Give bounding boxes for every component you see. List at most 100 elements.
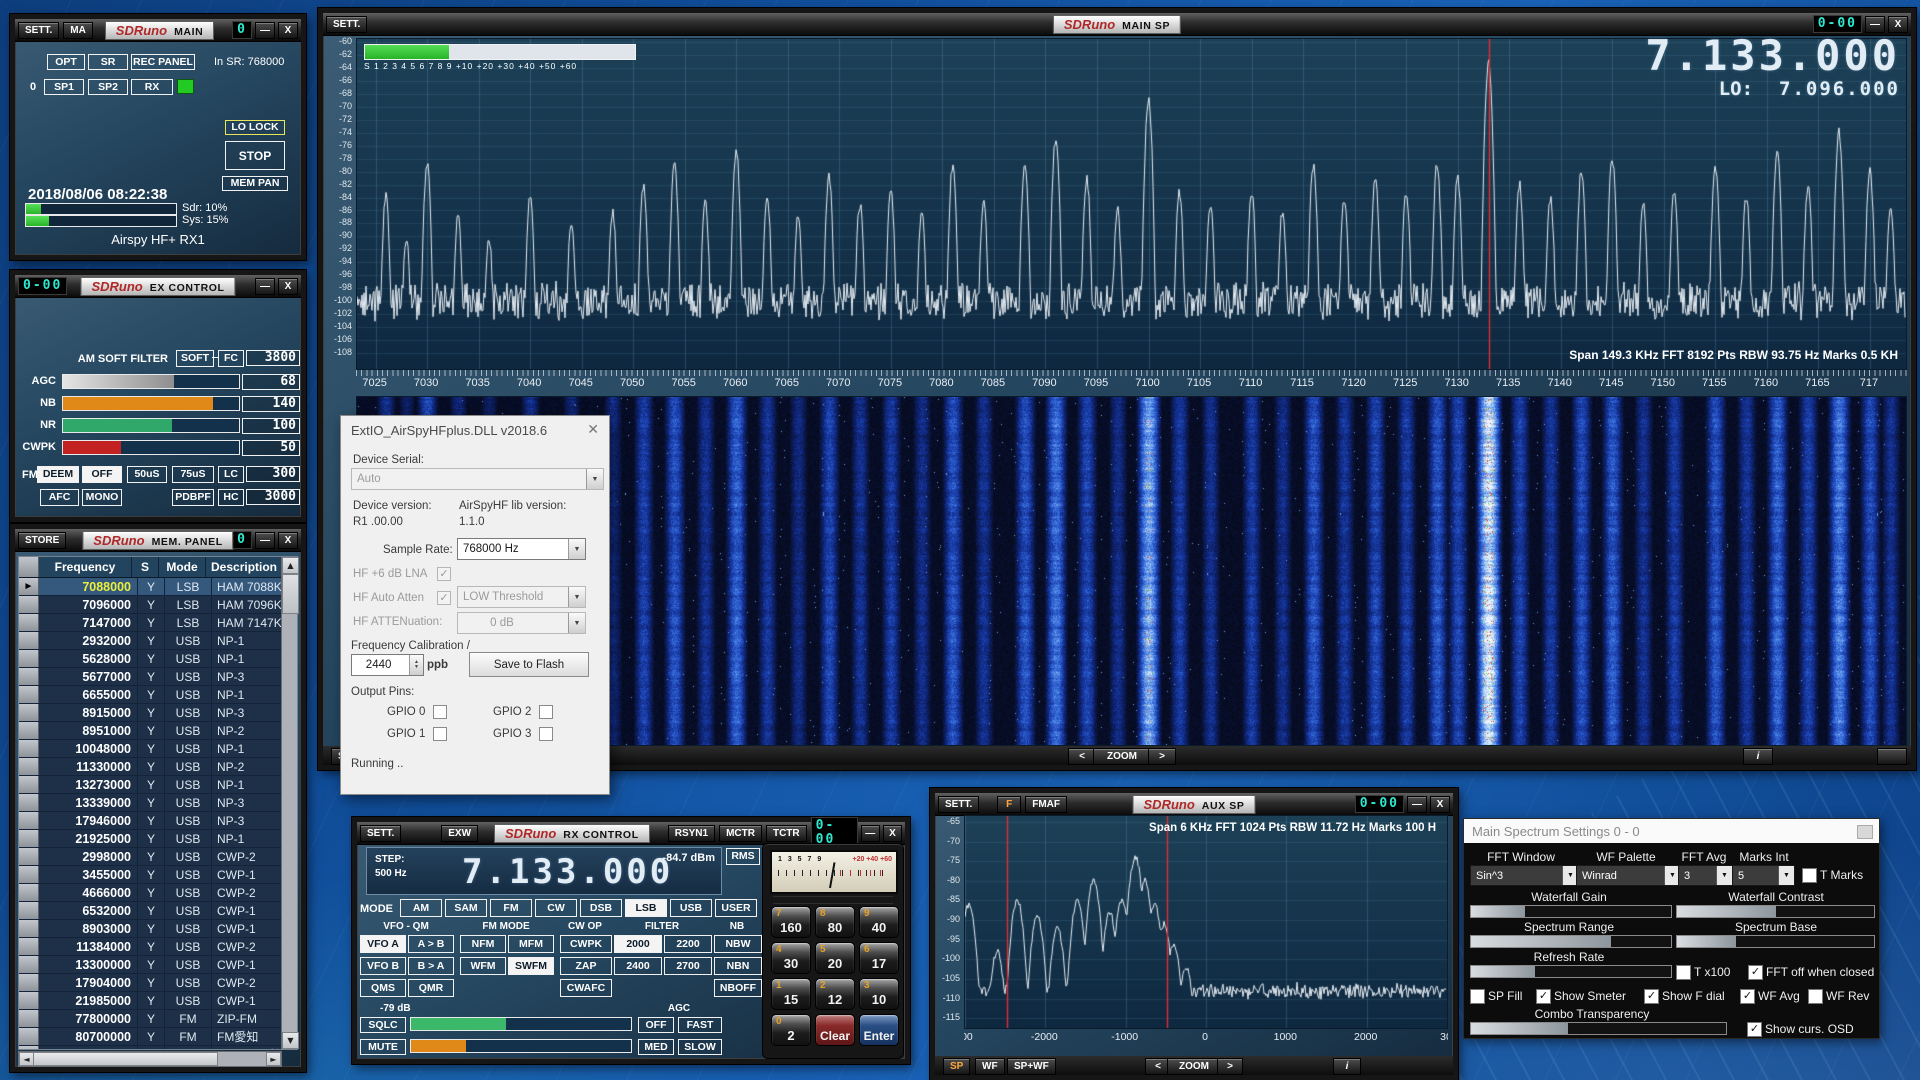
- ma-button[interactable]: MA: [63, 22, 93, 39]
- table-row[interactable]: 8951000YUSBNP-2: [19, 722, 282, 740]
- mfm-button[interactable]: MFM: [508, 935, 554, 953]
- agc-slow-button[interactable]: SLOW: [678, 1039, 722, 1055]
- key-17[interactable]: 617: [859, 942, 899, 974]
- table-row[interactable]: 6532000YUSBCWP-1: [19, 902, 282, 920]
- lo-lock-button[interactable]: LO LOCK: [225, 120, 285, 135]
- 75us-button[interactable]: 75uS: [172, 466, 214, 483]
- sp-fill-checkbox[interactable]: [1470, 989, 1485, 1004]
- key-enter[interactable]: Enter: [859, 1014, 899, 1046]
- horizontal-scrollbar[interactable]: ◄ ►: [18, 1051, 282, 1067]
- sett-button[interactable]: SETT.: [938, 796, 979, 813]
- mode-sam-button[interactable]: SAM: [445, 899, 487, 917]
- agc-off-button[interactable]: OFF: [638, 1017, 674, 1033]
- key-2[interactable]: 02: [771, 1014, 811, 1046]
- scroll-right-button[interactable]: ►: [266, 1052, 281, 1066]
- scroll-down-button[interactable]: ▼: [282, 1032, 299, 1049]
- table-row[interactable]: 5677000YUSBNP-3: [19, 668, 282, 686]
- sqlc-button[interactable]: SQLC: [360, 1017, 406, 1033]
- rsyn1-button[interactable]: RSYN1: [668, 825, 715, 842]
- vfo-b-button[interactable]: VFO B: [360, 957, 406, 975]
- fft-avg-combo[interactable]: 3▼: [1678, 865, 1733, 886]
- vertical-scrollbar[interactable]: ▲ ▼: [281, 557, 297, 1049]
- threshold-combo[interactable]: LOW Threshold ▼: [457, 586, 586, 608]
- hc-button[interactable]: HC: [218, 489, 244, 506]
- lc-button[interactable]: LC: [218, 466, 244, 483]
- table-row[interactable]: 17946000YUSBNP-3: [19, 812, 282, 830]
- attenuation-combo[interactable]: 0 dB ▼: [457, 612, 586, 634]
- a-b-button[interactable]: A > B: [408, 935, 454, 953]
- table-row[interactable]: 8915000YUSBNP-3: [19, 704, 282, 722]
- settings-title-button[interactable]: [1857, 825, 1873, 839]
- spectrum-range-slider[interactable]: [1470, 935, 1672, 948]
- wf-rev-checkbox[interactable]: [1808, 989, 1823, 1004]
- close-button[interactable]: X: [278, 278, 298, 295]
- qmr-button[interactable]: QMR: [408, 979, 454, 997]
- pdbpf-button[interactable]: PDBPF: [172, 489, 214, 506]
- nbn-button[interactable]: NBN: [714, 957, 762, 975]
- table-row[interactable]: 82500000YFMNHK FM愛知: [19, 1046, 282, 1049]
- scroll-up-button[interactable]: ▲: [282, 557, 299, 574]
- table-row[interactable]: 6655000YUSBNP-1: [19, 686, 282, 704]
- tctr-button[interactable]: TCTR: [766, 825, 807, 842]
- 2000-button[interactable]: 2000: [614, 935, 662, 953]
- minimize-button[interactable]: —: [255, 532, 275, 549]
- sp2-button[interactable]: SP2: [88, 79, 128, 95]
- 2400-button[interactable]: 2400: [614, 957, 662, 975]
- close-button[interactable]: X: [883, 825, 902, 842]
- close-button[interactable]: X: [278, 532, 298, 549]
- table-row[interactable]: 17904000YUSBCWP-2: [19, 974, 282, 992]
- col-description[interactable]: Description: [206, 557, 282, 577]
- deem-button[interactable]: DEEM: [37, 466, 79, 483]
- info-button[interactable]: i: [1743, 748, 1773, 765]
- t-marks-checkbox[interactable]: [1802, 868, 1817, 883]
- mute-button[interactable]: MUTE: [360, 1039, 406, 1055]
- key-15[interactable]: 115: [771, 978, 811, 1010]
- col-mode[interactable]: Mode: [159, 557, 206, 577]
- nbw-button[interactable]: NBW: [714, 935, 762, 953]
- mode-dsb-button[interactable]: DSB: [580, 899, 622, 917]
- t-x100-checkbox[interactable]: [1676, 965, 1691, 980]
- swfm-button[interactable]: SWFM: [508, 957, 554, 975]
- table-row[interactable]: 13273000YUSBNP-1: [19, 776, 282, 794]
- table-row[interactable]: 5628000YUSBNP-1: [19, 650, 282, 668]
- mode-lsb-button[interactable]: LSB: [625, 899, 667, 917]
- qms-button[interactable]: QMS: [360, 979, 406, 997]
- mctr-button[interactable]: MCTR: [719, 825, 762, 842]
- rms-button[interactable]: RMS: [726, 848, 760, 865]
- info-button[interactable]: i: [1333, 1058, 1361, 1075]
- squelch-slider[interactable]: [410, 1017, 632, 1031]
- zap-button[interactable]: ZAP: [560, 957, 612, 975]
- soft-filter-button[interactable]: SOFT: [176, 350, 214, 367]
- agc-med-button[interactable]: MED: [638, 1039, 674, 1055]
- table-row[interactable]: 10048000YUSBNP-1: [19, 740, 282, 758]
- rx-button[interactable]: RX: [131, 79, 173, 95]
- gpio3-checkbox[interactable]: [539, 727, 553, 741]
- show-curs-osd-checkbox[interactable]: ✓: [1747, 1022, 1762, 1037]
- table-row[interactable]: 13300000YUSBCWP-1: [19, 956, 282, 974]
- key-40[interactable]: 940: [859, 906, 899, 938]
- wfm-button[interactable]: WFM: [460, 957, 506, 975]
- hscroll-thumb[interactable]: [33, 1052, 218, 1066]
- spwf-view-button[interactable]: SP+WF: [1007, 1058, 1056, 1075]
- waterfall-gain-slider[interactable]: [1470, 905, 1672, 918]
- zoom-in-button[interactable]: >: [1217, 1058, 1243, 1075]
- fft-window-combo[interactable]: Sin^3▼: [1470, 865, 1579, 886]
- agc-slider[interactable]: [62, 374, 240, 389]
- scroll-thumb[interactable]: [282, 574, 299, 614]
- table-row[interactable]: 7147000YLSBHAM 7147KHz: [19, 614, 282, 632]
- minimize-button[interactable]: —: [1407, 796, 1427, 813]
- aux-spectrum-canvas[interactable]: [965, 816, 1447, 1028]
- wf-view-button[interactable]: WF: [975, 1058, 1005, 1075]
- fc-button[interactable]: FC: [218, 350, 244, 367]
- cwpk-slider[interactable]: [62, 440, 240, 455]
- gpio1-checkbox[interactable]: [433, 727, 447, 741]
- mode-fm-button[interactable]: FM: [490, 899, 532, 917]
- rx-frequency[interactable]: 7.133.000: [462, 852, 673, 892]
- zoom-in-button[interactable]: >: [1148, 748, 1176, 765]
- zoom-out-button[interactable]: <: [1068, 748, 1096, 765]
- afc-button[interactable]: AFC: [40, 489, 79, 506]
- wf-avg-checkbox[interactable]: ✓: [1740, 989, 1755, 1004]
- refresh-rate-slider[interactable]: [1470, 965, 1672, 978]
- col-scan[interactable]: S: [132, 557, 159, 577]
- scroll-left-button[interactable]: ◄: [19, 1052, 34, 1066]
